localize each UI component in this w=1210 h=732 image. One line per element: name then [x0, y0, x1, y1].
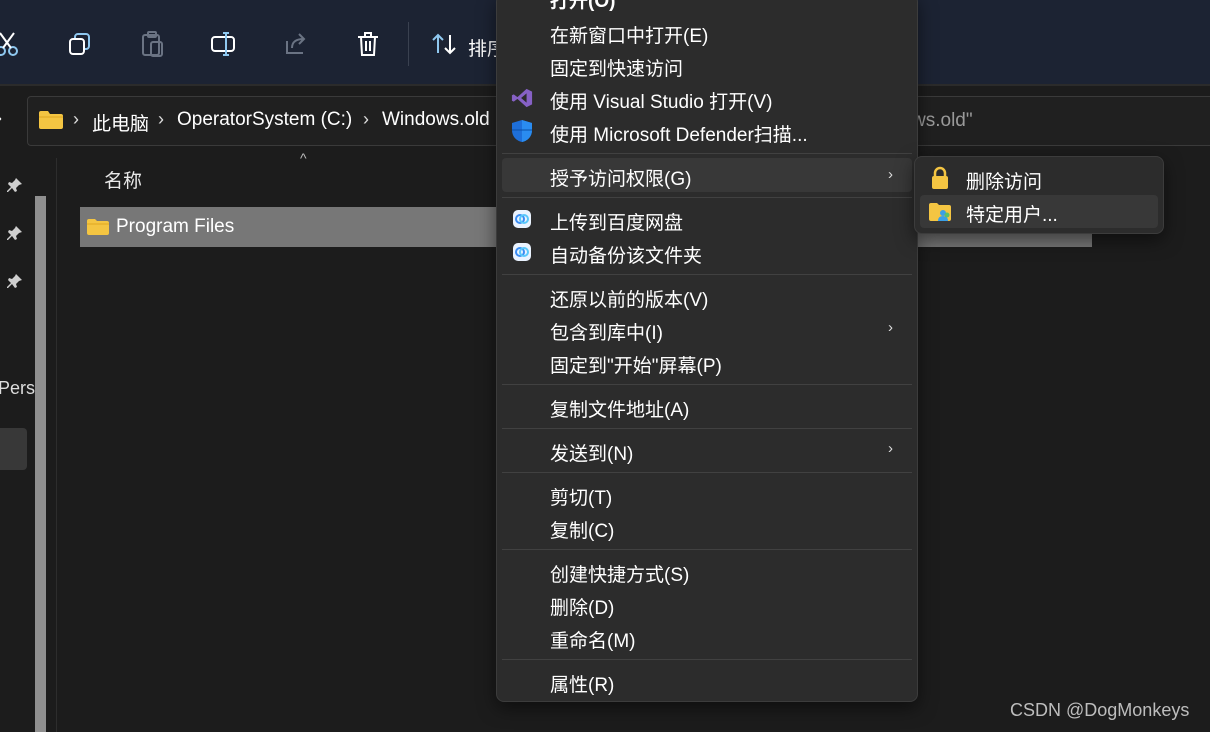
- breadcrumb-chevron-icon[interactable]: ›: [158, 109, 164, 130]
- menu-separator: [502, 659, 912, 660]
- menu-item-include-library[interactable]: 包含到库中(I): [550, 318, 663, 345]
- folder-icon: [86, 218, 110, 236]
- menu-item-properties[interactable]: 属性(R): [550, 670, 614, 697]
- delete-icon[interactable]: [352, 28, 384, 60]
- search-input[interactable]: ws.old": [912, 110, 973, 132]
- menu-item-give-access[interactable]: 授予访问权限(G): [550, 164, 691, 191]
- share-icon[interactable]: [280, 28, 312, 60]
- menu-separator: [502, 428, 912, 429]
- menu-item-pin-start[interactable]: 固定到"开始"屏幕(P): [550, 351, 722, 378]
- watermark: CSDN @DogMonkeys: [1010, 700, 1190, 720]
- sort-icon[interactable]: [428, 28, 460, 60]
- submenu-arrow-icon: ›: [888, 319, 893, 336]
- submenu-item-specific-users[interactable]: 特定用户...: [966, 200, 1058, 227]
- menu-item-defender-scan[interactable]: 使用 Microsoft Defender扫描...: [550, 120, 808, 147]
- breadcrumb-drive-c[interactable]: OperatorSystem (C:): [177, 109, 352, 131]
- lock-icon: [928, 166, 952, 190]
- visual-studio-icon: [511, 87, 533, 109]
- menu-item-open-new-window[interactable]: 在新窗口中打开(E): [550, 21, 708, 48]
- folder-icon: [38, 110, 64, 130]
- menu-item-restore-previous[interactable]: 还原以前的版本(V): [550, 285, 708, 312]
- menu-separator: [502, 274, 912, 275]
- sort-ascending-icon: ^: [300, 150, 307, 166]
- menu-item-copy-path[interactable]: 复制文件地址(A): [550, 395, 689, 422]
- menu-item-rename[interactable]: 重命名(M): [550, 626, 635, 653]
- menu-separator: [502, 384, 912, 385]
- nav-item-selected[interactable]: [0, 428, 27, 470]
- file-name[interactable]: Program Files: [116, 216, 234, 238]
- pin-icon[interactable]: [6, 272, 24, 290]
- rename-icon[interactable]: [208, 28, 240, 60]
- back-chevron-icon[interactable]: ›: [0, 108, 2, 129]
- pin-icon[interactable]: [6, 224, 24, 242]
- menu-separator: [502, 197, 912, 198]
- cut-icon[interactable]: [0, 28, 24, 60]
- column-header-name[interactable]: 名称: [104, 166, 142, 193]
- menu-separator: [502, 472, 912, 473]
- breadcrumb-chevron-icon[interactable]: ›: [73, 109, 79, 130]
- menu-item-open[interactable]: 打开(O): [550, 0, 615, 13]
- submenu-item-remove-access[interactable]: 删除访问: [966, 167, 1042, 194]
- breadcrumb-chevron-icon[interactable]: ›: [363, 109, 369, 130]
- folder-users-icon: [928, 200, 952, 224]
- submenu-arrow-icon: ›: [888, 440, 893, 457]
- paste-icon[interactable]: [136, 28, 168, 60]
- toolbar-separator: [408, 22, 409, 66]
- menu-item-copy[interactable]: 复制(C): [550, 516, 614, 543]
- breadcrumb-this-pc[interactable]: 此电脑: [92, 109, 149, 136]
- baidu-netdisk-icon: [511, 241, 533, 263]
- pane-divider[interactable]: [56, 158, 57, 732]
- menu-separator: [502, 549, 912, 550]
- pin-icon[interactable]: [6, 176, 24, 194]
- menu-item-pin-quick-access[interactable]: 固定到快速访问: [550, 54, 683, 81]
- menu-item-cut[interactable]: 剪切(T): [550, 483, 612, 510]
- menu-separator: [502, 153, 912, 154]
- nav-scrollbar[interactable]: [35, 196, 46, 732]
- breadcrumb-windows-old[interactable]: Windows.old: [382, 109, 490, 131]
- nav-item-personal[interactable]: Pers: [0, 378, 35, 399]
- defender-shield-icon: [511, 120, 533, 142]
- menu-item-upload-baidu[interactable]: 上传到百度网盘: [550, 208, 683, 235]
- menu-item-auto-backup[interactable]: 自动备份该文件夹: [550, 241, 702, 268]
- copy-icon[interactable]: [64, 28, 96, 60]
- menu-item-send-to[interactable]: 发送到(N): [550, 439, 633, 466]
- menu-item-create-shortcut[interactable]: 创建快捷方式(S): [550, 560, 689, 587]
- menu-item-delete[interactable]: 删除(D): [550, 593, 614, 620]
- menu-item-open-visual-studio[interactable]: 使用 Visual Studio 打开(V): [550, 87, 772, 114]
- submenu-arrow-icon: ›: [888, 166, 893, 183]
- baidu-netdisk-icon: [511, 208, 533, 230]
